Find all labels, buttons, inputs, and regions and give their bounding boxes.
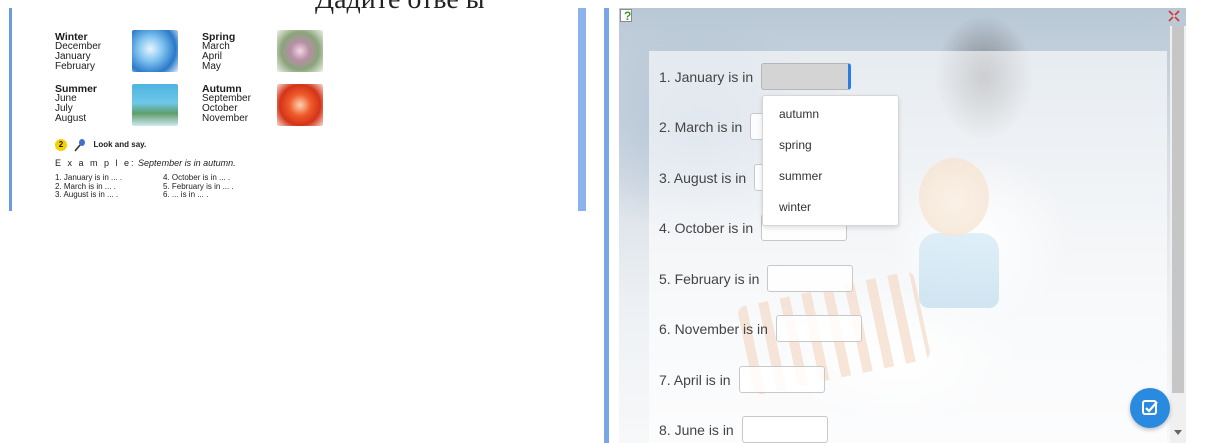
question-label: 5. February is in — [659, 270, 760, 287]
answer-field-1[interactable] — [761, 63, 852, 90]
dropdown-option[interactable]: summer — [763, 168, 898, 199]
example-text: September is in autumn. — [138, 158, 236, 168]
close-icon[interactable] — [1167, 9, 1181, 23]
exercise-frame-border — [604, 8, 609, 443]
dropdown-option[interactable]: autumn — [763, 106, 898, 137]
dropdown-option[interactable]: spring — [763, 137, 898, 168]
answer-field-8[interactable] — [741, 416, 828, 443]
winter-picture — [132, 30, 178, 72]
question-label: 3. August is in — [659, 169, 747, 186]
season-dropdown[interactable]: autumn spring summer winter — [762, 95, 899, 226]
example-line: E x a m p l e: September is in autumn. — [55, 158, 236, 168]
question-1: 1. January is in — [659, 63, 852, 90]
svg-text:?: ? — [624, 9, 631, 23]
scroll-down-arrow-icon[interactable] — [1174, 430, 1182, 435]
season-spring: Spring March April May — [202, 32, 235, 72]
task-heading: 2 Look and say. — [55, 138, 146, 152]
season-autumn: Autumn September October November — [202, 84, 251, 124]
question-7: 7. April is in — [659, 366, 825, 393]
question-label: 1. January is in — [659, 68, 754, 85]
month: May — [202, 61, 221, 72]
check-answers-button[interactable] — [1130, 388, 1170, 428]
month: August — [55, 113, 87, 124]
task-number: 2 — [55, 139, 67, 152]
question-label: 7. April is in — [659, 371, 731, 388]
left-panel-right-border — [578, 8, 586, 211]
textbook-question: 3. August is in ... . — [55, 190, 119, 199]
page-caption: Дадите отве ы — [315, 0, 485, 16]
answer-field-7[interactable] — [738, 366, 825, 393]
month: February — [55, 61, 96, 72]
summer-picture — [132, 84, 178, 126]
season-summer: Summer June July August — [55, 84, 97, 124]
question-label: 2. March is in — [659, 118, 743, 135]
left-panel-border — [9, 8, 12, 211]
exercise-frame: ? 1. January is in 2. March is in 3. Aug… — [619, 8, 1186, 443]
example-label: E x a m p l e: — [55, 158, 136, 168]
question-label: 4. October is in — [659, 219, 754, 236]
question-label: 8. June is in — [659, 421, 734, 438]
textbook-questions-left: 1. January is in ... . 2. March is in ..… — [55, 173, 122, 200]
season-winter: Winter December January February — [55, 32, 101, 72]
question-8: 8. June is in — [659, 416, 828, 443]
microphone-icon — [74, 139, 86, 152]
month: November — [202, 113, 249, 124]
dropdown-option[interactable]: winter — [763, 199, 898, 230]
autumn-picture — [277, 84, 323, 126]
scrollbar[interactable] — [1170, 26, 1186, 443]
question-6: 6. November is in — [659, 315, 862, 342]
check-icon — [1142, 400, 1158, 415]
help-icon[interactable]: ? — [620, 9, 635, 23]
question-label: 6. November is in — [659, 320, 768, 337]
question-5: 5. February is in — [659, 265, 854, 292]
answer-field-5[interactable] — [767, 265, 854, 292]
textbook-question: 6. ... is in ... . — [163, 190, 209, 199]
scrollbar-thumb[interactable] — [1172, 26, 1184, 393]
textbook-questions-right: 4. October is in ... . 5. February is in… — [163, 173, 234, 200]
answer-field-6[interactable] — [775, 315, 862, 342]
spring-picture — [277, 30, 323, 72]
task-title: Look and say. — [93, 140, 147, 150]
